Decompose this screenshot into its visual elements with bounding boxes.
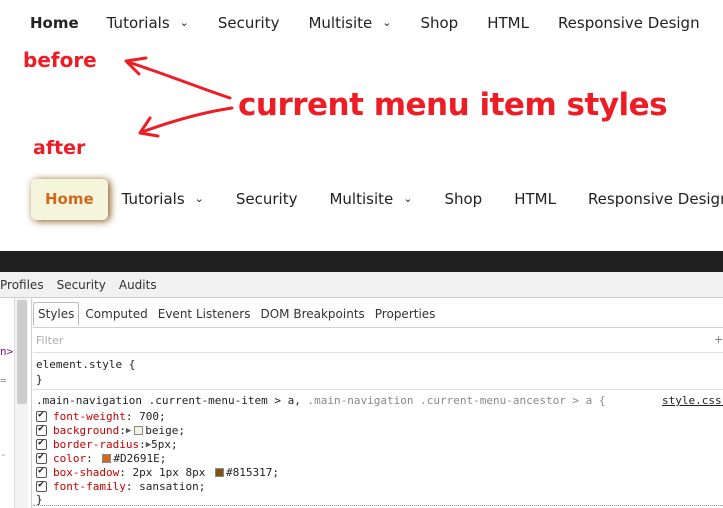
declaration-value[interactable]: 700; xyxy=(139,410,166,423)
declaration-value[interactable]: #D2691E; xyxy=(113,452,166,465)
tab-styles[interactable]: Styles xyxy=(33,302,80,326)
tab-event-listeners[interactable]: Event Listeners xyxy=(154,303,255,325)
declaration-prop[interactable]: border-radius xyxy=(53,438,139,451)
nav-after-html[interactable]: HTML xyxy=(514,190,556,208)
declaration-value[interactable]: 5px; xyxy=(151,438,178,451)
tab-audits[interactable]: Audits xyxy=(119,278,157,292)
tab-computed[interactable]: Computed xyxy=(81,303,151,325)
declaration-value[interactable]: sansation; xyxy=(139,480,205,493)
declaration-checkbox[interactable] xyxy=(36,437,47,450)
nav-after: Home Tutorials ⌄ Security Multisite ⌄ Shop… xyxy=(31,178,723,220)
selector-dim: .main-navigation .current-menu-ancestor … xyxy=(307,394,606,407)
nav-after-tutorials[interactable]: Tutorials ⌄ xyxy=(122,190,204,208)
declaration-prop[interactable]: box-shadow xyxy=(53,466,119,479)
rule-divider xyxy=(33,389,723,390)
color-swatch[interactable] xyxy=(134,426,144,435)
styles-filter-input[interactable]: Filter xyxy=(36,334,63,347)
declaration-prop[interactable]: font-family xyxy=(53,480,126,493)
declaration-checkbox[interactable] xyxy=(36,465,47,478)
styles-sub-tabs: Styles Computed Event Listeners DOM Brea… xyxy=(33,300,441,328)
color-swatch[interactable] xyxy=(102,454,112,463)
declaration-prop[interactable]: background xyxy=(53,424,119,437)
declaration-row: background:▶beige; xyxy=(36,423,185,437)
tab-profiles[interactable]: Profiles xyxy=(0,278,44,292)
element-style-close: } xyxy=(36,373,43,386)
declaration-checkbox[interactable] xyxy=(36,409,47,422)
declaration-checkbox[interactable] xyxy=(36,423,47,436)
chevron-down-icon: ⌄ xyxy=(403,191,413,205)
arrow-to-after xyxy=(140,106,234,134)
filter-divider xyxy=(33,352,723,353)
expand-triangle-icon[interactable]: ▶ xyxy=(126,426,131,436)
tab-dom-breakpoints[interactable]: DOM Breakpoints xyxy=(256,303,368,325)
arrow-to-before xyxy=(126,60,232,100)
declaration-row: font-family: sansation; xyxy=(36,479,205,493)
declaration-row: border-radius:▶5px; xyxy=(36,437,178,451)
declaration-value-2[interactable]: #815317; xyxy=(226,466,279,479)
declaration-checkbox[interactable] xyxy=(36,451,47,464)
nav-after-shop[interactable]: Shop xyxy=(444,190,482,208)
declaration-row: color: #D2691E; xyxy=(36,451,166,465)
sub-tabs-divider xyxy=(33,327,723,328)
element-style-open: element.style { xyxy=(36,358,136,371)
selector-main: .main-navigation .current-menu-item > a, xyxy=(36,394,308,407)
tab-security[interactable]: Security xyxy=(57,278,106,292)
declaration-row: font-weight: 700; xyxy=(36,409,166,423)
declaration-prop[interactable]: font-weight xyxy=(53,410,126,423)
nav-after-multisite[interactable]: Multisite ⌄ xyxy=(329,190,412,208)
nav-after-responsive[interactable]: Responsive Design xyxy=(588,190,723,208)
declaration-value[interactable]: 2px 1px 8px xyxy=(132,466,211,479)
source-link[interactable]: style.css: xyxy=(662,394,723,407)
gutter-text-2: = xyxy=(0,374,7,387)
nav-after-security[interactable]: Security xyxy=(236,190,298,208)
nav-after-tutorials-label: Tutorials xyxy=(121,190,185,208)
devtools-panel-tabs: Profiles Security Audits xyxy=(0,272,723,298)
scrollbar-thumb[interactable] xyxy=(17,300,27,404)
chevron-down-icon: ⌄ xyxy=(194,191,204,205)
new-rule-icon[interactable]: + xyxy=(714,333,723,346)
devtools-top-bar xyxy=(0,251,723,272)
color-swatch[interactable] xyxy=(214,468,224,477)
declaration-prop[interactable]: color xyxy=(53,452,86,465)
declaration-row: box-shadow: 2px 1px 8px #815317; xyxy=(36,465,279,479)
declaration-checkbox[interactable] xyxy=(36,479,47,492)
elements-scrollbar[interactable] xyxy=(14,298,28,508)
declaration-value[interactable]: beige; xyxy=(145,424,185,437)
css-selector: .main-navigation .current-menu-item > a,… xyxy=(36,394,606,407)
tab-properties[interactable]: Properties xyxy=(371,303,440,325)
gutter-text-3: - xyxy=(0,448,7,461)
nav-after-home[interactable]: Home xyxy=(31,178,108,220)
gutter-text-1: n> xyxy=(0,345,14,358)
nav-after-multisite-label: Multisite xyxy=(329,190,394,208)
